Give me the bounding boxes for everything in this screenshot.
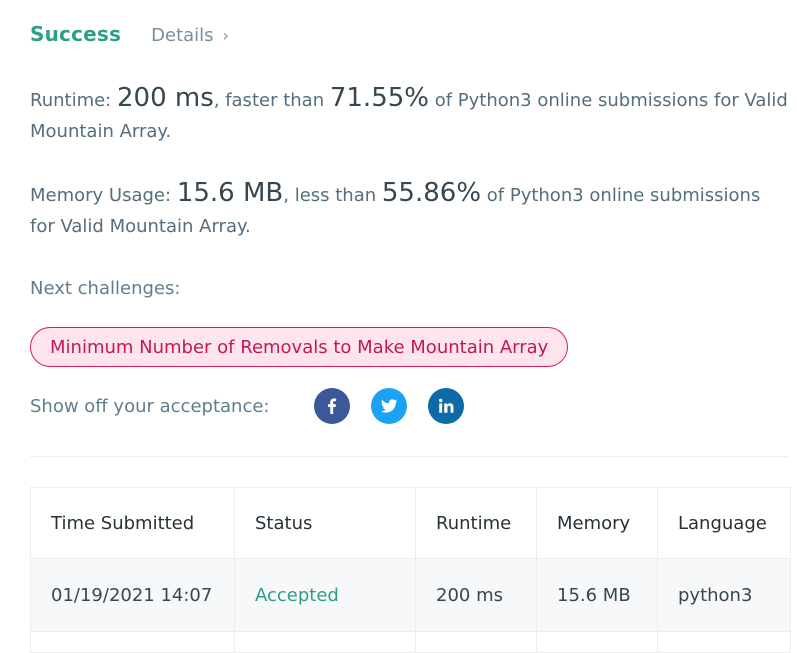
details-label: Details bbox=[151, 25, 214, 46]
runtime-label: Runtime: bbox=[30, 90, 112, 111]
submission-status-title: Success bbox=[30, 22, 122, 46]
cell-empty bbox=[536, 631, 658, 653]
result-header: Success Details › bbox=[30, 22, 229, 46]
column-header-time: Time Submitted bbox=[30, 487, 235, 559]
next-challenge-link[interactable]: Minimum Number of Removals to Make Mount… bbox=[30, 327, 569, 367]
cell-language: python3 bbox=[657, 558, 791, 632]
cell-empty bbox=[415, 631, 537, 653]
memory-comparison-text: , less than bbox=[283, 185, 377, 206]
column-header-memory: Memory bbox=[536, 487, 658, 559]
runtime-percentile: 71.55% bbox=[329, 83, 429, 113]
table-header-row: Time Submitted Status Runtime Memory Lan… bbox=[30, 487, 791, 559]
details-link[interactable]: Details › bbox=[151, 25, 229, 46]
runtime-stat: Runtime: 200 ms, faster than 71.55% of P… bbox=[30, 83, 790, 147]
runtime-comparison-text: , faster than bbox=[213, 90, 325, 111]
column-header-runtime: Runtime bbox=[415, 487, 537, 559]
column-header-status: Status bbox=[234, 487, 416, 559]
memory-stat: Memory Usage: 15.6 MB, less than 55.86% … bbox=[30, 178, 790, 242]
facebook-icon[interactable] bbox=[314, 388, 350, 424]
memory-label: Memory Usage: bbox=[30, 185, 172, 206]
memory-value: 15.6 MB bbox=[176, 178, 284, 208]
share-row: Show off your acceptance: bbox=[30, 386, 485, 426]
cell-empty bbox=[234, 631, 416, 653]
twitter-icon[interactable] bbox=[371, 388, 407, 424]
cell-empty bbox=[30, 631, 235, 653]
memory-percentile: 55.86% bbox=[381, 178, 482, 208]
cell-time-submitted: 01/19/2021 14:07 bbox=[30, 558, 235, 632]
table-row[interactable]: 01/19/2021 14:07 Accepted 200 ms 15.6 MB… bbox=[30, 558, 791, 632]
next-challenges-label: Next challenges: bbox=[30, 278, 181, 299]
runtime-value: 200 ms bbox=[116, 83, 214, 113]
column-header-language: Language bbox=[657, 487, 791, 559]
submissions-table: Time Submitted Status Runtime Memory Lan… bbox=[30, 487, 791, 653]
share-label: Show off your acceptance: bbox=[30, 395, 270, 417]
chevron-right-icon: › bbox=[222, 26, 229, 45]
linkedin-icon[interactable] bbox=[428, 388, 464, 424]
cell-empty bbox=[657, 631, 791, 653]
cell-status-link[interactable]: Accepted bbox=[234, 558, 416, 632]
section-divider bbox=[30, 456, 788, 457]
cell-memory: 15.6 MB bbox=[536, 558, 658, 632]
table-row-partial bbox=[30, 631, 791, 653]
cell-runtime: 200 ms bbox=[415, 558, 537, 632]
